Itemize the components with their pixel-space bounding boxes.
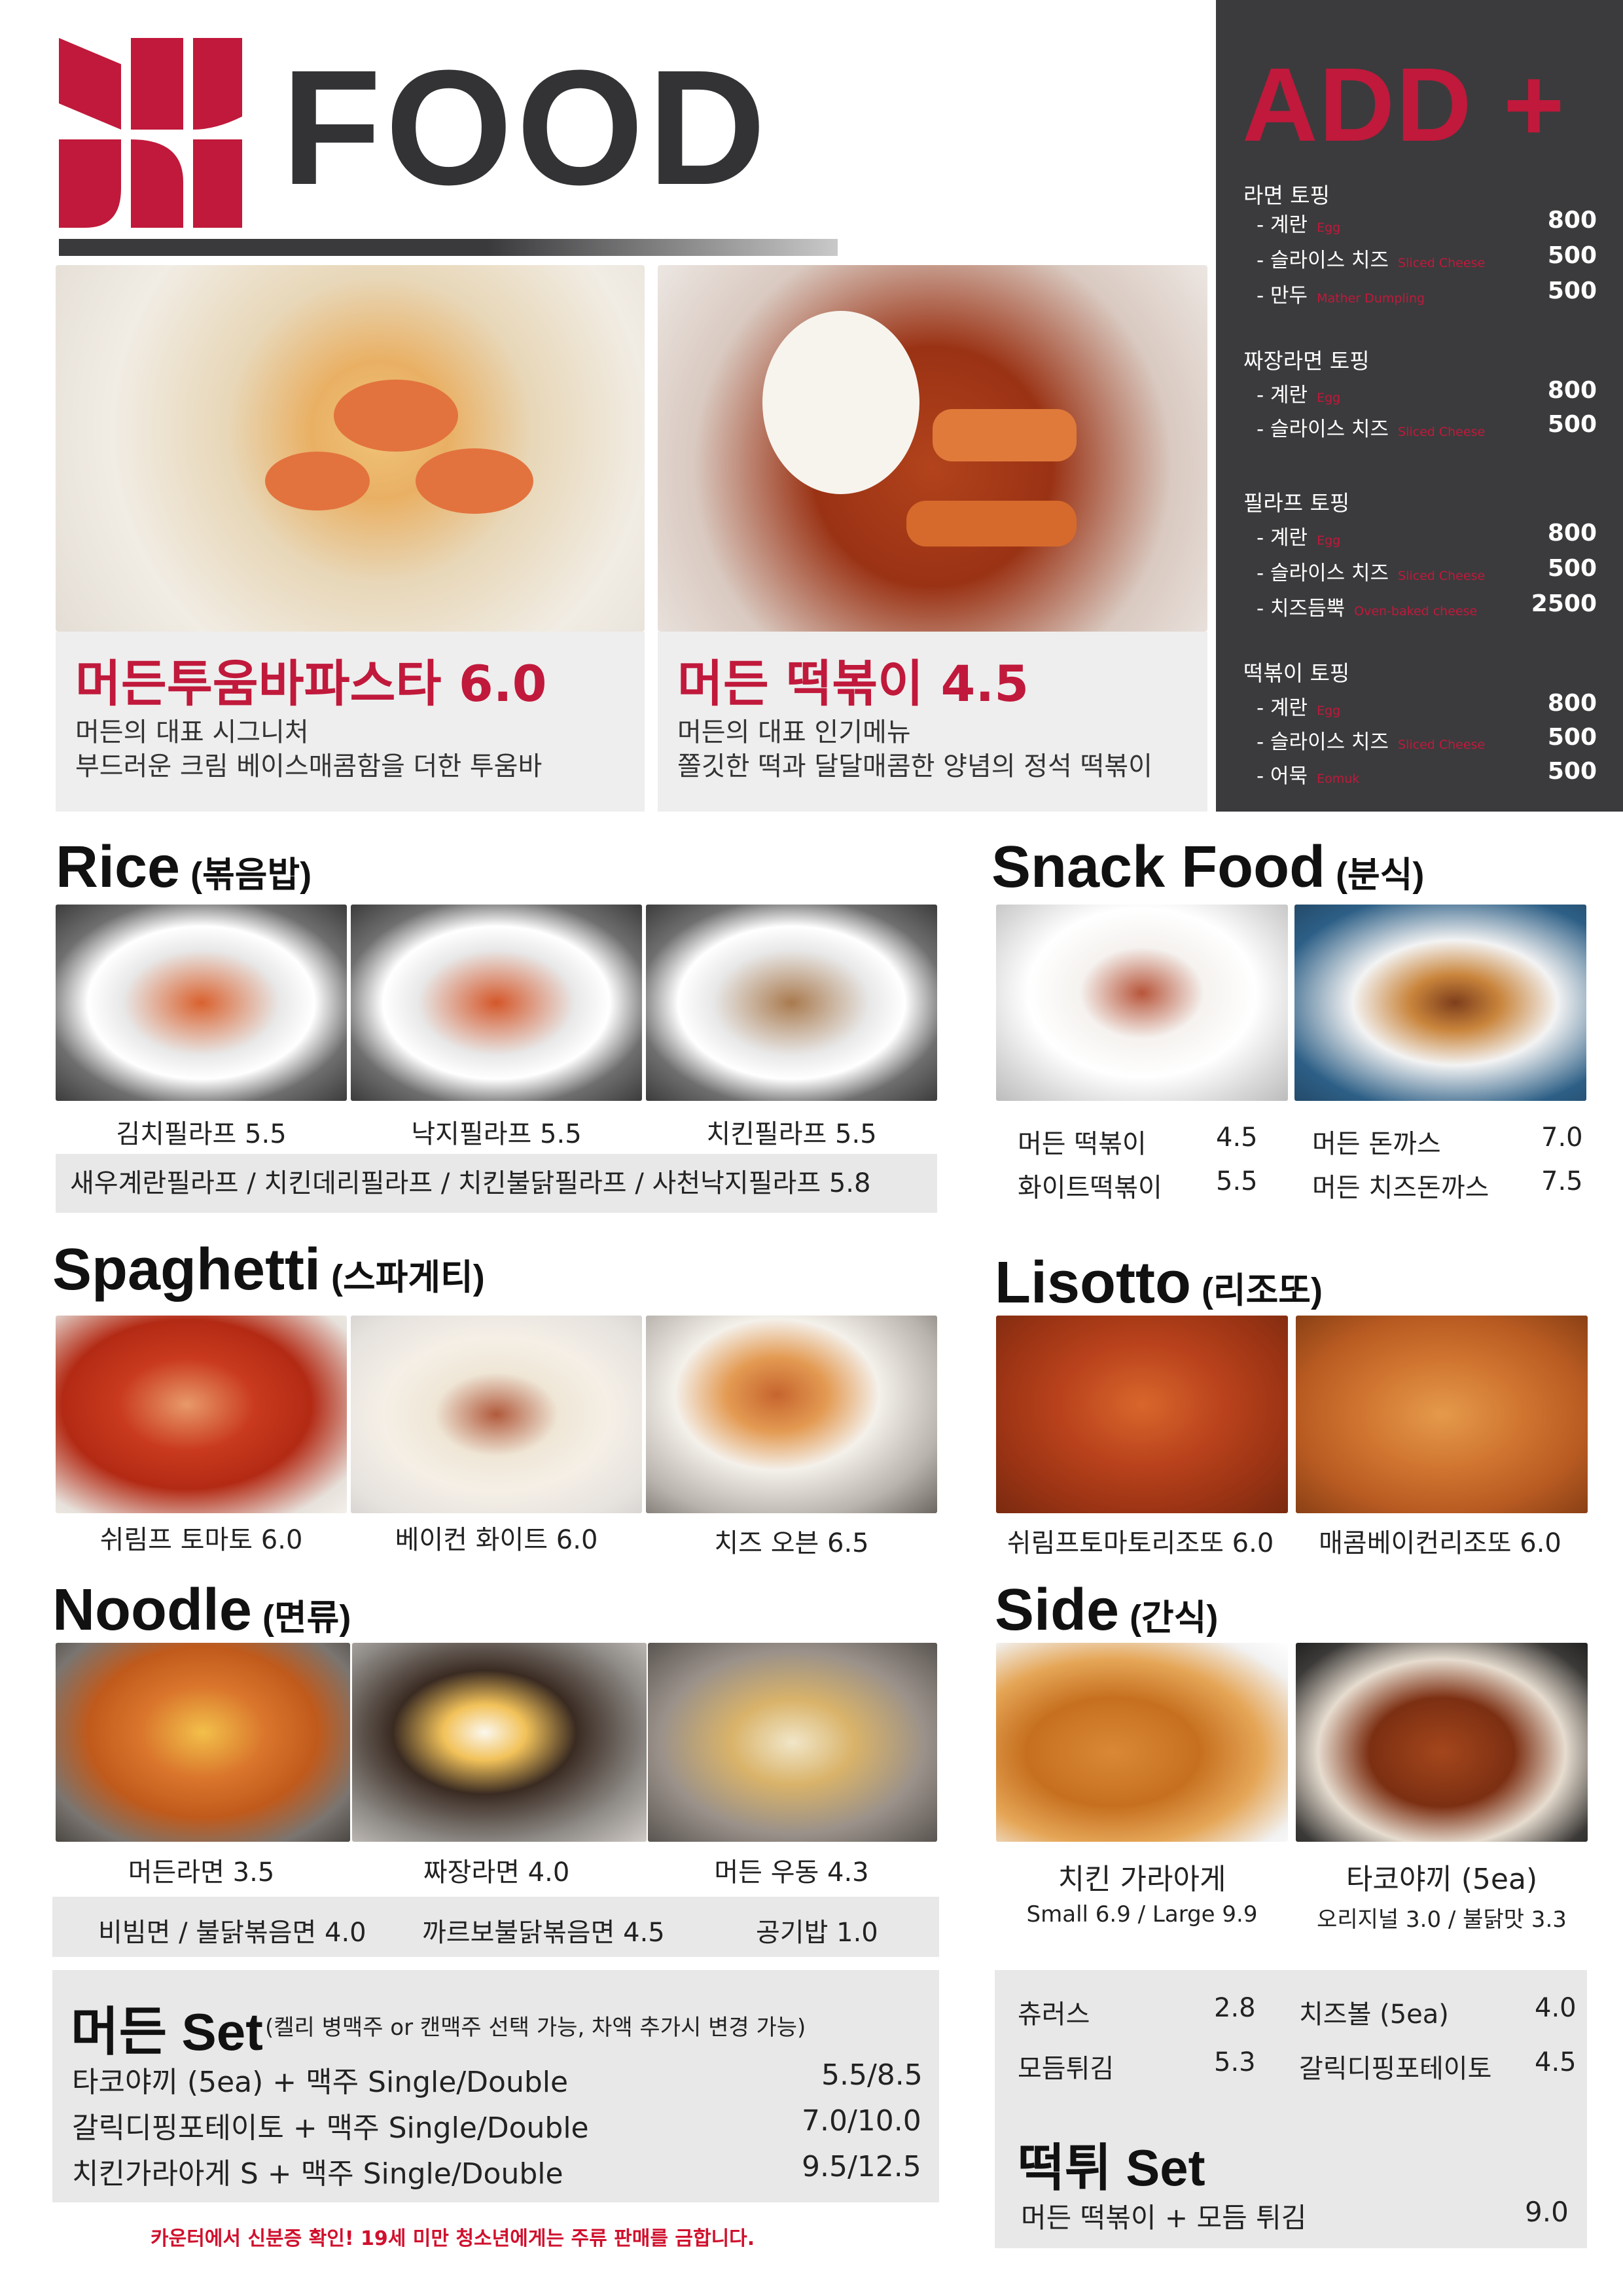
hero-caption-pasta: 머든투움바파스타 6.0 머든의 대표 시그니처 부드러운 크림 베이스매콤함을…: [56, 632, 645, 812]
add-item: - 계란 Egg 800: [1257, 207, 1597, 237]
set-item: 머든 떡볶이 + 모듬 튀김: [1021, 2202, 1307, 2234]
brand-logo: [59, 38, 242, 228]
food-photo: [352, 1643, 647, 1842]
food-photo: [351, 1316, 642, 1513]
menu-item: 쉬림프토마토리조또 6.0: [1007, 1528, 1274, 1558]
section-title-side: Side (간식): [995, 1577, 1219, 1643]
set-price: 9.5/12.5: [802, 2150, 921, 2183]
set-note: (켈리 병맥주 or 캔맥주 선택 가능, 차액 추가시 변경 가능): [265, 2015, 806, 2041]
menu-item-price: 4.0: [1535, 1993, 1577, 2023]
menu-item-price: 7.0: [1541, 1122, 1583, 1153]
menu-item-name: 타코야끼 (5ea): [1346, 1863, 1538, 1896]
noodle-extra-menu: 비빔면 / 불닭볶음면 4.0 까르보불닭볶음면 4.5 공기밥 1.0: [52, 1897, 939, 1957]
menu-item: 치킨필라프 5.5: [706, 1119, 877, 1149]
title-underline: [59, 239, 838, 256]
menu-item-name: 치킨 가라아게: [1058, 1863, 1226, 1896]
menu-item: 낙지필라프 5.5: [411, 1119, 582, 1149]
menu-item-name: 머든 치즈돈까스: [1312, 1173, 1489, 1203]
hero-description: 머든의 대표 인기메뉴 쫄깃한 떡과 달달매콤한 양념의 정석 떡볶이: [677, 717, 1152, 781]
menu-item-name: 갈릭디핑포테이토: [1299, 2054, 1492, 2084]
food-photo: [1296, 1643, 1588, 1842]
add-item: - 치즈듬뿍 Oven-baked cheese 2500: [1257, 590, 1597, 620]
food-photo: [1296, 1316, 1588, 1513]
menu-item: 매콤베이컨리조또 6.0: [1319, 1528, 1561, 1558]
add-group-title: 짜장라면 토핑: [1243, 348, 1370, 374]
menu-item-name: 치즈볼 (5ea): [1299, 2000, 1449, 2030]
food-photo: [351, 905, 642, 1101]
set-price: 9.0: [1525, 2196, 1569, 2228]
hero-title: 머든투움바파스타 6.0: [75, 655, 547, 713]
food-photo: [56, 905, 347, 1101]
section-title-rice: Rice (볶음밥): [56, 834, 312, 900]
add-item: - 어묵 Eomuk 500: [1257, 758, 1597, 788]
age-notice: 카운터에서 신분증 확인! 19세 미만 청소년에게는 주류 판매를 금합니다.: [151, 2227, 755, 2250]
hero-caption-tteokbokki: 머든 떡볶이 4.5 머든의 대표 인기메뉴 쫄깃한 떡과 달달매콤한 양념의 …: [658, 632, 1207, 812]
food-photo: [996, 1316, 1288, 1513]
menu-item-name: 화이트떡볶이: [1018, 1173, 1162, 1203]
food-photo: [996, 1643, 1288, 1842]
menu-item: 공기밥 1.0: [756, 1918, 878, 1948]
food-photo: [1294, 905, 1586, 1101]
menu-item: 치즈 오븐 6.5: [714, 1528, 869, 1558]
hero-image-tteokbokki: [658, 265, 1207, 632]
food-photo: [648, 1643, 937, 1842]
add-item: - 만두 Mather Dumpling 500: [1257, 278, 1597, 308]
menu-item-price: 5.3: [1214, 2047, 1256, 2077]
add-group-title: 떡볶이 토핑: [1243, 660, 1350, 686]
set-item: 타코야끼 (5ea) + 맥주 Single/Double: [72, 2066, 569, 2099]
section-title-spaghetti: Spaghetti (스파게티): [52, 1237, 485, 1302]
page-title: FOOD: [281, 36, 770, 219]
menu-item-price: 2.8: [1214, 1993, 1256, 2023]
menu-item-price: 오리지널 3.0 / 불닭맛 3.3: [1317, 1907, 1567, 1933]
food-photo: [646, 905, 937, 1101]
hero-title: 머든 떡볶이 4.5: [677, 655, 1029, 713]
add-title: ADD +: [1242, 46, 1566, 163]
menu-item: 비빔면 / 불닭볶음면 4.0: [98, 1918, 366, 1948]
menu-item: 머든 우동 4.3: [714, 1857, 869, 1888]
food-photo: [996, 905, 1288, 1101]
set-item: 치킨가라아게 S + 맥주 Single/Double: [72, 2157, 563, 2191]
menu-item-name: 츄러스: [1018, 2000, 1090, 2030]
add-group-title: 라면 토핑: [1243, 183, 1330, 208]
food-photo: [56, 1643, 350, 1842]
menu-item-price: 5.5: [1216, 1166, 1258, 1196]
set-price: 7.0/10.0: [802, 2104, 921, 2138]
set-title: 떡튀 Set: [1018, 2139, 1205, 2197]
hero-description: 머든의 대표 시그니처 부드러운 크림 베이스매콤함을 더한 투움바: [75, 717, 543, 781]
add-item: - 계란 Egg 800: [1257, 520, 1597, 550]
menu-item: 까르보불닭볶음면 4.5: [422, 1918, 665, 1948]
add-item: - 계란 Egg 800: [1257, 690, 1597, 720]
menu-item: 짜장라면 4.0: [423, 1857, 570, 1888]
menu-item-price: 4.5: [1535, 2047, 1577, 2077]
food-photo: [56, 1316, 347, 1513]
menu-item-price: Small 6.9 / Large 9.9: [1026, 1901, 1258, 1928]
add-topping-panel: ADD + 라면 토핑 - 계란 Egg 800 - 슬라이스 치즈 Sliced C…: [1216, 0, 1623, 812]
add-item: - 슬라이스 치즈 Sliced Cheese 500: [1257, 411, 1597, 441]
menu-item-name: 머든 돈까스: [1312, 1129, 1441, 1159]
set-price: 5.5/8.5: [821, 2058, 923, 2092]
rice-extra-menu: 새우계란필라프 / 치킨데리필라프 / 치킨불닭필라프 / 사천낙지필라프 5.…: [56, 1154, 937, 1213]
menu-item-name: 머든 떡볶이: [1018, 1129, 1147, 1159]
add-item: - 슬라이스 치즈 Sliced Cheese 500: [1257, 242, 1597, 272]
add-item: - 슬라이스 치즈 Sliced Cheese 500: [1257, 555, 1597, 585]
menu-item-name: 모듬튀김: [1018, 2054, 1115, 2084]
add-item: - 슬라이스 치즈 Sliced Cheese 500: [1257, 724, 1597, 754]
section-title-snack: Snack Food (분식): [991, 834, 1425, 900]
menu-item: 베이컨 화이트 6.0: [395, 1525, 598, 1555]
add-item: - 계란 Egg 800: [1257, 377, 1597, 407]
menu-item: 머든라면 3.5: [128, 1857, 275, 1888]
menu-item: 쉬림프 토마토 6.0: [99, 1525, 303, 1555]
side-extra-box: 츄러스 2.8 치즈볼 (5ea) 4.0 모듬튀김 5.3 갈릭디핑포테이토 …: [995, 1970, 1587, 2248]
section-title-noodle: Noodle (면류): [52, 1577, 351, 1643]
menu-item-price: 4.5: [1216, 1122, 1258, 1153]
add-group-title: 필라프 토핑: [1243, 490, 1350, 516]
set-title: 머든 Set: [71, 2003, 263, 2061]
section-title-lisotto: Lisotto (리조또): [995, 1250, 1323, 1316]
set-item: 갈릭디핑포테이토 + 맥주 Single/Double: [72, 2111, 589, 2145]
food-photo: [646, 1316, 937, 1513]
hero-image-pasta: [56, 265, 645, 632]
set-box: 머든 Set (켈리 병맥주 or 캔맥주 선택 가능, 차액 추가시 변경 가…: [52, 1970, 939, 2202]
menu-item-price: 7.5: [1541, 1166, 1583, 1196]
menu-item: 김치필라프 5.5: [116, 1119, 287, 1149]
